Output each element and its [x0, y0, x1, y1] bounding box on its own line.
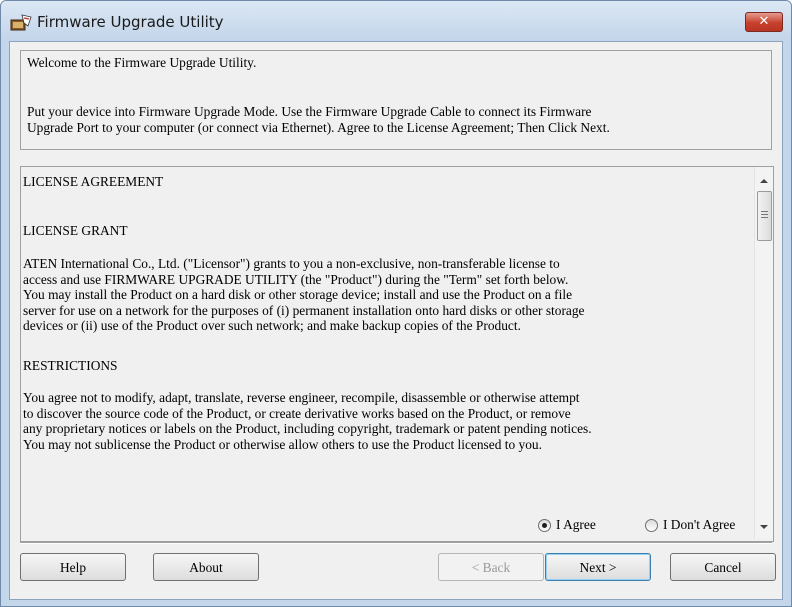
restriction-line: any proprietary notices or labels on the… [23, 421, 592, 436]
firmware-upgrade-window: Firmware Upgrade Utility ✕ Welcome to th… [0, 0, 792, 607]
scroll-up-arrow-icon[interactable] [760, 179, 768, 183]
agree-label[interactable]: I Agree [556, 517, 596, 533]
firmware-app-icon [10, 14, 32, 31]
license-grant-heading: LICENSE GRANT [23, 222, 128, 238]
button-separator [20, 542, 772, 544]
instruction-line: Upgrade Port to your computer (or connec… [27, 120, 610, 135]
license-agreement-textbox[interactable]: LICENSE AGREEMENT LICENSE GRANT ATEN Int… [20, 166, 774, 542]
dialog-client-area: Welcome to the Firmware Upgrade Utility.… [9, 41, 783, 600]
title-bar[interactable]: Firmware Upgrade Utility ✕ [1, 1, 791, 41]
restriction-line: to discover the source code of the Produ… [23, 405, 571, 421]
agree-radio[interactable] [538, 519, 551, 532]
restriction-line: You may not sublicense the Product or ot… [23, 436, 542, 452]
close-button[interactable]: ✕ [745, 12, 783, 32]
welcome-text: Welcome to the Firmware Upgrade Utility. [27, 55, 257, 70]
instruction-line: Put your device into Firmware Upgrade Mo… [27, 104, 592, 119]
license-grant-line: server for use on a network for the purp… [23, 302, 585, 318]
license-grant-line: devices or (ii) use of the Product over … [23, 318, 521, 333]
restriction-line: You agree not to modify, adapt, translat… [23, 390, 580, 405]
restrictions-heading: RESTRICTIONS [23, 357, 118, 373]
license-grant-line: You may install the Product on a hard di… [23, 287, 573, 302]
next-button[interactable]: Next > [545, 553, 651, 581]
vertical-scrollbar[interactable] [754, 167, 773, 539]
about-button[interactable]: About [153, 553, 259, 581]
scroll-down-arrow-icon[interactable] [760, 525, 768, 529]
scroll-thumb[interactable] [757, 191, 772, 241]
instructions-panel: Welcome to the Firmware Upgrade Utility.… [20, 50, 772, 150]
disagree-radio[interactable] [645, 519, 658, 532]
help-button[interactable]: Help [20, 553, 126, 581]
license-grant-line: ATEN International Co., Ltd. ("Licensor"… [23, 256, 560, 271]
license-heading: LICENSE AGREEMENT [23, 174, 164, 189]
disagree-label[interactable]: I Don't Agree [663, 517, 735, 533]
cancel-button[interactable]: Cancel [670, 553, 776, 581]
license-grant-line: access and use FIRMWARE UPGRADE UTILITY … [23, 271, 569, 287]
back-button[interactable]: < Back [438, 553, 544, 581]
close-icon: ✕ [758, 14, 770, 29]
license-text-area: LICENSE AGREEMENT LICENSE GRANT ATEN Int… [21, 167, 753, 539]
window-title: Firmware Upgrade Utility [37, 13, 224, 31]
